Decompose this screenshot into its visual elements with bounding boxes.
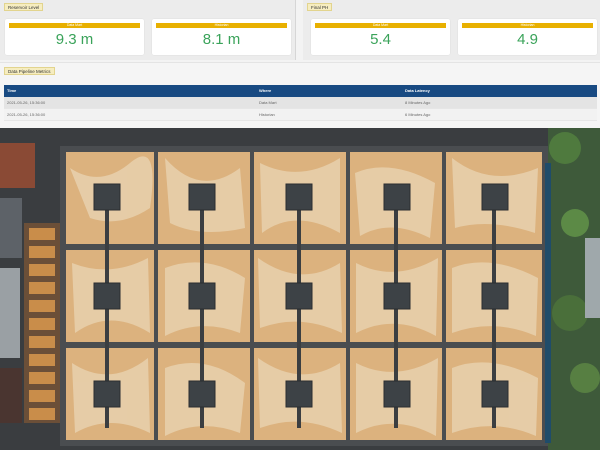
treatment-plant-aerial-image bbox=[0, 128, 600, 450]
card-value: 4.9 bbox=[517, 31, 538, 48]
cell-latency: 8 Minutes Ago bbox=[405, 100, 431, 105]
cell-time: 2021-05-26, 15:36:00 bbox=[7, 112, 46, 117]
cell-time: 2021-05-26, 15:36:00 bbox=[7, 100, 46, 105]
metrics-table: Time Where Data Latency 2021-05-26, 15:3… bbox=[4, 85, 597, 121]
card-label: Data Mart bbox=[315, 23, 446, 28]
table-row[interactable]: 2021-05-26, 15:36:00 Historian 6 Minutes… bbox=[4, 109, 597, 121]
dashboard: Reservoir Level Data Mart 9.3 m Historia… bbox=[0, 0, 600, 450]
pipeline-metrics-section: Data Pipeline Metrics Time Where Data La… bbox=[0, 62, 600, 128]
kpi-section: Reservoir Level Data Mart 9.3 m Historia… bbox=[0, 0, 600, 62]
cell-where: Historian bbox=[259, 112, 275, 117]
ph-data-mart-card[interactable]: Data Mart 5.4 bbox=[311, 19, 450, 55]
card-value: 9.3 m bbox=[55, 31, 94, 48]
column-header-time[interactable]: Time bbox=[4, 85, 257, 97]
aerial-photo-illustration bbox=[0, 128, 600, 450]
column-header-latency[interactable]: Data Latency bbox=[403, 85, 597, 97]
ph-historian-card[interactable]: Historian 4.9 bbox=[458, 19, 597, 55]
column-header-where[interactable]: Where bbox=[257, 85, 403, 97]
cell-latency: 6 Minutes Ago bbox=[405, 112, 431, 117]
table-row[interactable]: 2021-05-26, 15:36:00 Data Mart 8 Minutes… bbox=[4, 97, 597, 109]
reservoir-level-panel: Reservoir Level Data Mart 9.3 m Historia… bbox=[0, 0, 296, 60]
card-label: Historian bbox=[462, 23, 593, 28]
panel-title: Reservoir Level bbox=[4, 3, 44, 11]
table-header: Time Where Data Latency bbox=[4, 85, 597, 97]
reservoir-data-mart-card[interactable]: Data Mart 9.3 m bbox=[5, 19, 144, 55]
card-label: Historian bbox=[156, 23, 287, 28]
card-value: 5.4 bbox=[370, 31, 391, 48]
final-ph-panel: Final PH Data Mart 5.4 Historian 4.9 bbox=[303, 0, 600, 60]
section-title: Data Pipeline Metrics bbox=[4, 67, 55, 75]
reservoir-historian-card[interactable]: Historian 8.1 m bbox=[152, 19, 291, 55]
panel-title: Final PH bbox=[307, 3, 333, 11]
card-label: Data Mart bbox=[9, 23, 140, 28]
card-value: 8.1 m bbox=[202, 31, 241, 48]
cell-where: Data Mart bbox=[259, 100, 277, 105]
